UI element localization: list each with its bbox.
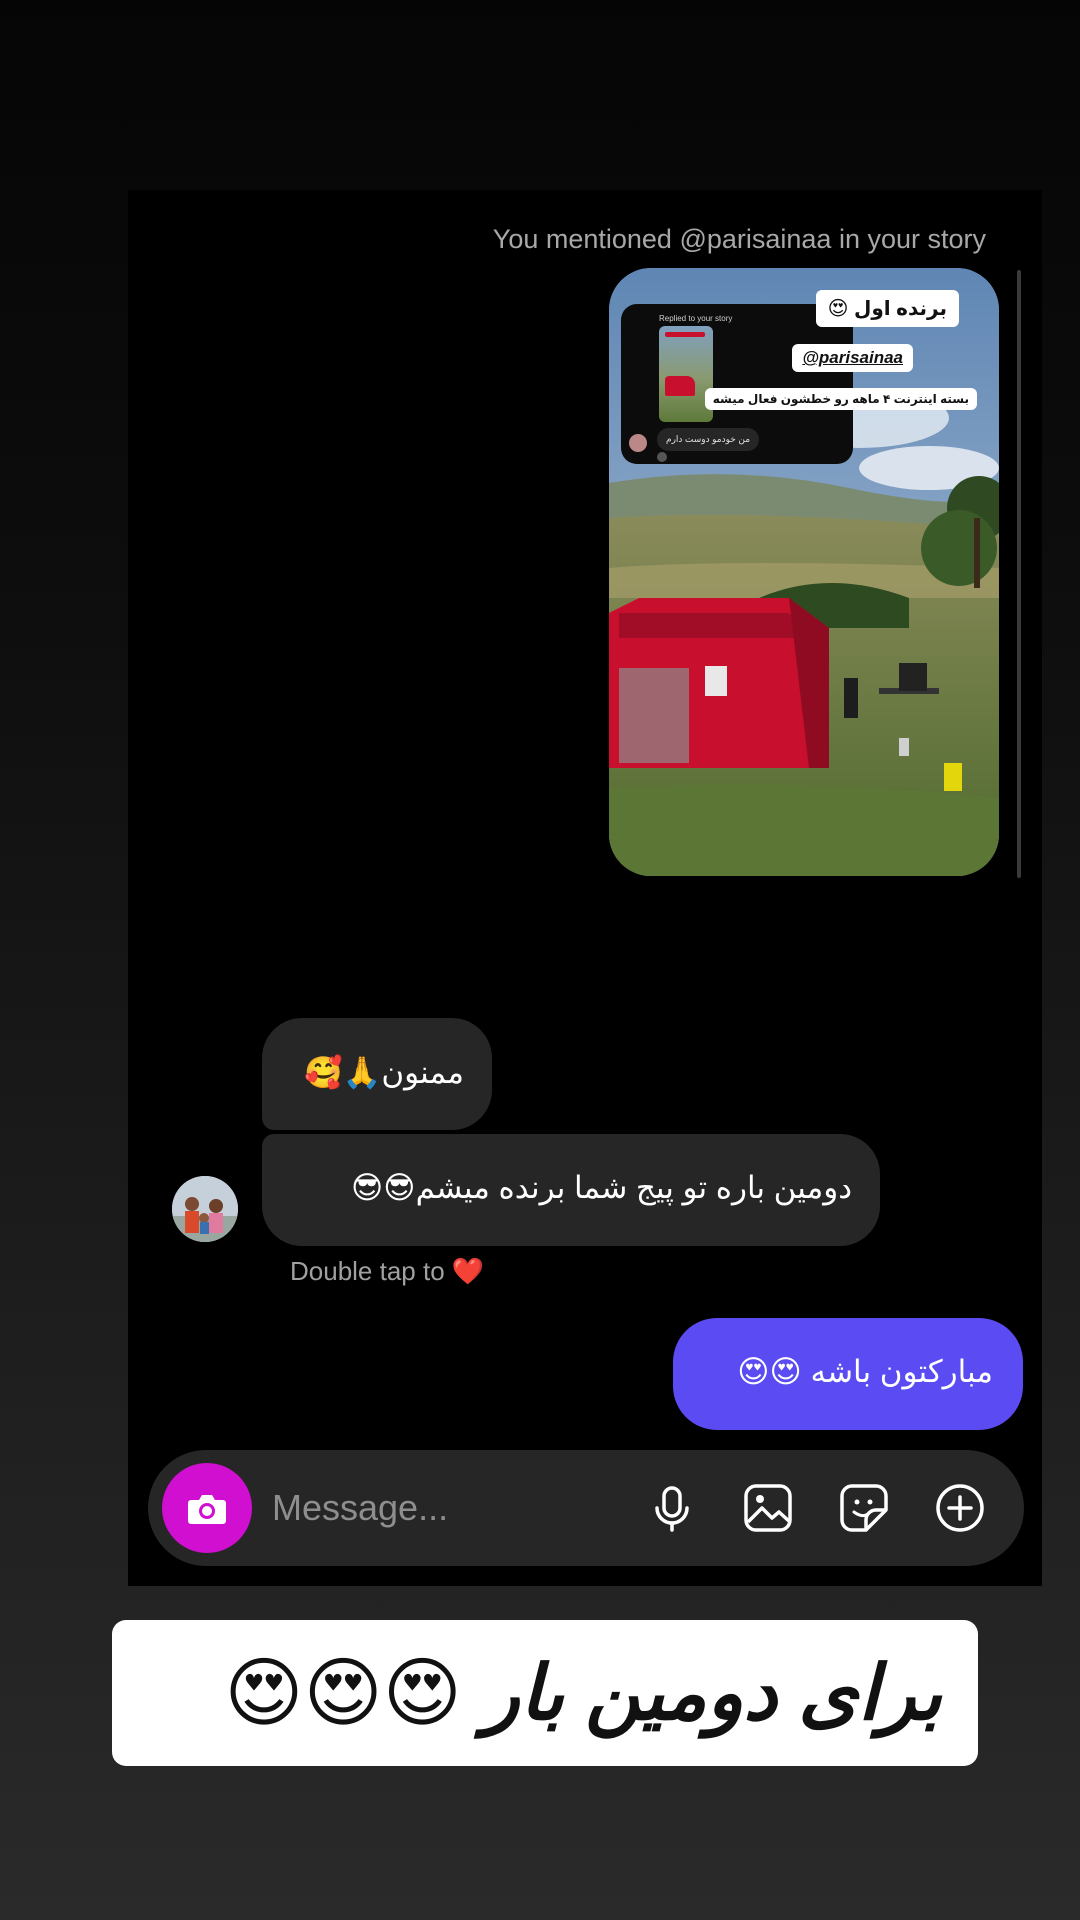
mini-avatar [629, 434, 647, 452]
camera-button[interactable] [162, 1463, 252, 1553]
replied-story-preview: Replied to your story من خودمو دوست دارم [621, 304, 853, 464]
mini-message: من خودمو دوست دارم [657, 428, 760, 451]
message-composer [148, 1450, 1024, 1566]
message-input[interactable] [272, 1480, 572, 1536]
story-preview-card[interactable]: Replied to your story من خودمو دوست دارم… [609, 268, 999, 876]
mini-story-thumbnail [659, 326, 713, 422]
story-caption: برای دومین بار 😍😍😍 [112, 1620, 978, 1766]
gallery-icon[interactable] [740, 1480, 796, 1536]
camera-icon [188, 1495, 226, 1524]
sticker-icon[interactable] [836, 1480, 892, 1536]
mini-header: Replied to your story [659, 314, 733, 323]
my-reply-bubble[interactable]: مبارکتون باشه 😍😍 [673, 1318, 1023, 1430]
sender-avatar[interactable] [172, 1176, 238, 1242]
plus-icon[interactable] [932, 1480, 988, 1536]
scrollbar[interactable] [1017, 270, 1021, 878]
story-label-detail: بسته اینترنت ۴ ماهه رو خطشون فعال میشه [704, 388, 977, 410]
caption-text: برای دومین بار 😍😍😍 [224, 1651, 942, 1736]
microphone-icon[interactable] [644, 1480, 700, 1536]
double-tap-hint: Double tap to ❤️ [290, 1256, 485, 1286]
story-label-title: برنده اول 😍 [815, 290, 959, 327]
chat-screen: You mentioned @parisainaa in your story [128, 190, 1042, 1586]
message-bubble-thanks[interactable]: ممنون🙏🥰 [262, 1018, 492, 1130]
message-bubble-second-win[interactable]: دومین باره تو پیج شما برنده میشم😎😎 [262, 1134, 880, 1246]
emoji-message[interactable]: 😍😍😅😅 [262, 906, 567, 996]
mini-reaction-icon [657, 452, 667, 462]
story-label-handle: @parisainaa [792, 344, 913, 372]
story-mention-note: You mentioned @parisainaa in your story [492, 224, 986, 254]
